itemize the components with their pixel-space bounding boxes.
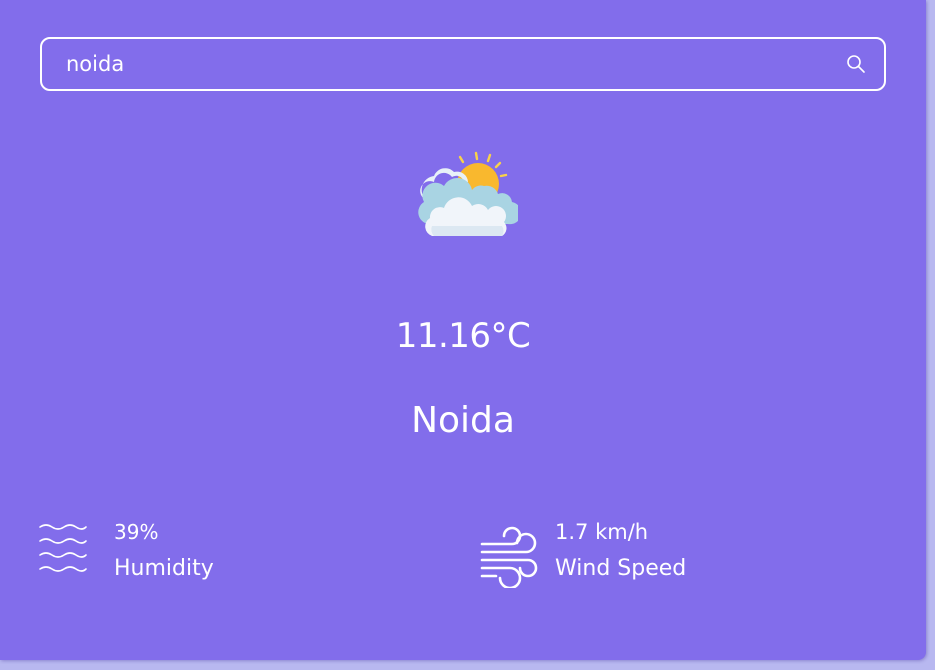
search-input[interactable] [66,39,826,89]
humidity-value: 39% [114,520,159,544]
wind-icon [480,526,538,588]
wind-speed-label: Wind Speed [555,556,687,581]
search-icon[interactable] [846,54,866,74]
weather-card: 11.16°C Noida 39% Humidity 1.7 km/h Wind… [0,0,926,660]
humidity-waves-icon [39,524,87,572]
wind-speed-value: 1.7 km/h [555,520,649,544]
partly-cloudy-icon [418,151,518,236]
humidity-label: Humidity [114,556,214,581]
city-name: Noida [411,400,515,441]
search-bar[interactable] [40,37,886,91]
temperature-value: 11.16°C [395,316,531,356]
